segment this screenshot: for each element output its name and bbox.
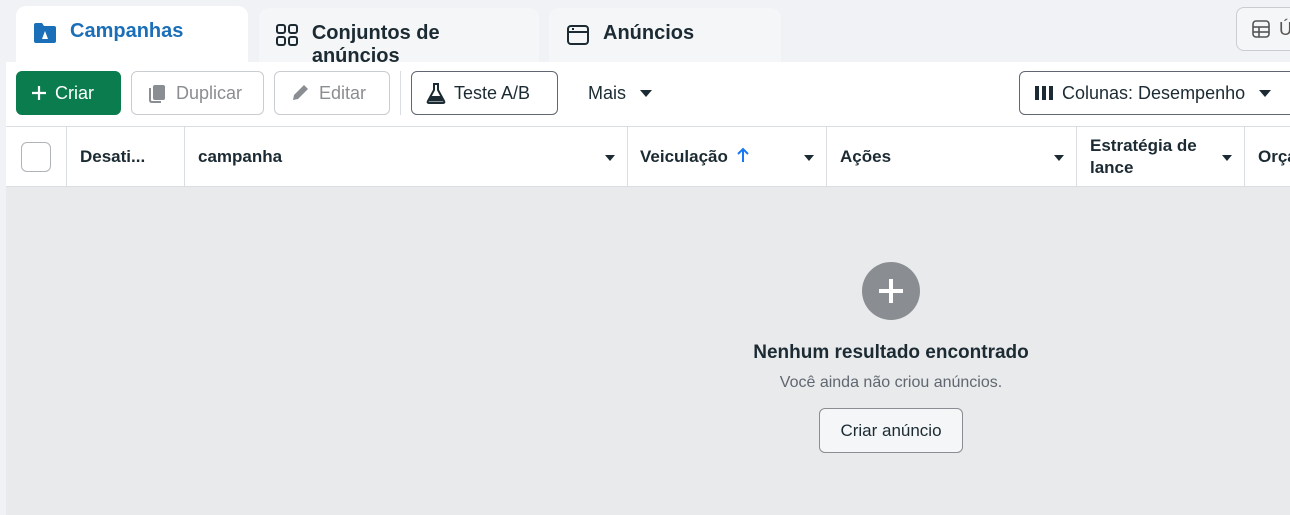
column-label: Estratégia de lance xyxy=(1090,136,1197,177)
ab-test-button[interactable]: Teste A/B xyxy=(411,71,558,115)
add-circle-icon xyxy=(862,262,920,320)
ab-test-label: Teste A/B xyxy=(454,82,531,103)
column-header-delivery[interactable]: Veiculação xyxy=(628,127,827,187)
tab-label: Anúncios xyxy=(603,22,695,44)
flask-icon xyxy=(426,82,446,104)
plus-icon xyxy=(31,85,47,101)
tab-campaigns[interactable]: Campanhas xyxy=(16,6,248,68)
folder-icon xyxy=(32,20,58,46)
column-menu-icon[interactable] xyxy=(1054,155,1064,161)
column-label: campanha xyxy=(198,147,283,166)
pencil-icon xyxy=(289,82,311,104)
grid-icon xyxy=(275,22,300,48)
column-menu-icon[interactable] xyxy=(804,155,814,161)
duplicate-label: Duplicar xyxy=(176,82,243,103)
tab-label: Campanhas xyxy=(70,20,184,42)
columns-icon xyxy=(1034,85,1054,101)
columns-label: Colunas: Desempenho xyxy=(1062,82,1246,103)
table-body: Nenhum resultado encontrado Você ainda n… xyxy=(6,187,1290,515)
empty-state: Nenhum resultado encontrado Você ainda n… xyxy=(741,262,1041,453)
column-label: Desati... xyxy=(80,147,146,166)
empty-state-subtitle: Você ainda não criou anúncios. xyxy=(779,374,1003,391)
create-button[interactable]: Criar xyxy=(16,71,121,115)
toolbar: Criar Duplicar Editar Teste A/B Mais Col… xyxy=(6,62,1290,126)
duplicate-icon xyxy=(146,83,168,103)
tab-ads[interactable]: Anúncios xyxy=(549,8,781,66)
table-icon xyxy=(1251,19,1271,39)
create-label: Criar xyxy=(55,82,94,103)
create-ad-button[interactable]: Criar anúncio xyxy=(819,408,963,453)
select-all-cell xyxy=(6,127,67,187)
column-header-status[interactable]: Desati... xyxy=(67,127,185,187)
duplicate-button[interactable]: Duplicar xyxy=(131,71,264,115)
column-label: Orça xyxy=(1258,147,1290,166)
chevron-down-icon xyxy=(640,89,653,97)
more-label: Mais xyxy=(588,82,627,103)
main-panel: Criar Duplicar Editar Teste A/B Mais Col… xyxy=(6,62,1290,515)
empty-state-title: Nenhum resultado encontrado xyxy=(753,342,1029,363)
level-tabs: Campanhas Conjuntos de anúncios Anúncios… xyxy=(0,0,1290,68)
table-header: Desati... campanha Veiculação Ações Estr… xyxy=(6,126,1290,187)
select-all-checkbox[interactable] xyxy=(21,142,51,172)
column-header-bid-strategy[interactable]: Estratégia de lance xyxy=(1077,127,1245,187)
view-toggle-button[interactable]: Ú xyxy=(1236,7,1290,51)
column-header-campaign[interactable]: campanha xyxy=(185,127,628,187)
column-label: Ações xyxy=(840,147,892,166)
column-header-budget[interactable]: Orça xyxy=(1245,127,1290,187)
chevron-down-icon xyxy=(1259,89,1272,97)
view-toggle-label: Ú xyxy=(1279,18,1290,39)
edit-button[interactable]: Editar xyxy=(274,71,390,115)
sort-ascending-icon xyxy=(736,147,750,168)
column-menu-icon[interactable] xyxy=(1222,155,1232,161)
column-header-actions[interactable]: Ações xyxy=(827,127,1077,187)
column-menu-icon[interactable] xyxy=(605,155,615,161)
window-icon xyxy=(565,22,591,48)
edit-label: Editar xyxy=(319,82,367,103)
columns-button[interactable]: Colunas: Desempenho xyxy=(1019,71,1290,115)
ads-manager: Campanhas Conjuntos de anúncios Anúncios… xyxy=(0,0,1290,515)
toolbar-divider xyxy=(400,71,401,115)
more-button[interactable]: Mais xyxy=(574,71,664,115)
column-label: Veiculação xyxy=(640,147,728,166)
tab-ad-sets[interactable]: Conjuntos de anúncios xyxy=(259,8,539,67)
